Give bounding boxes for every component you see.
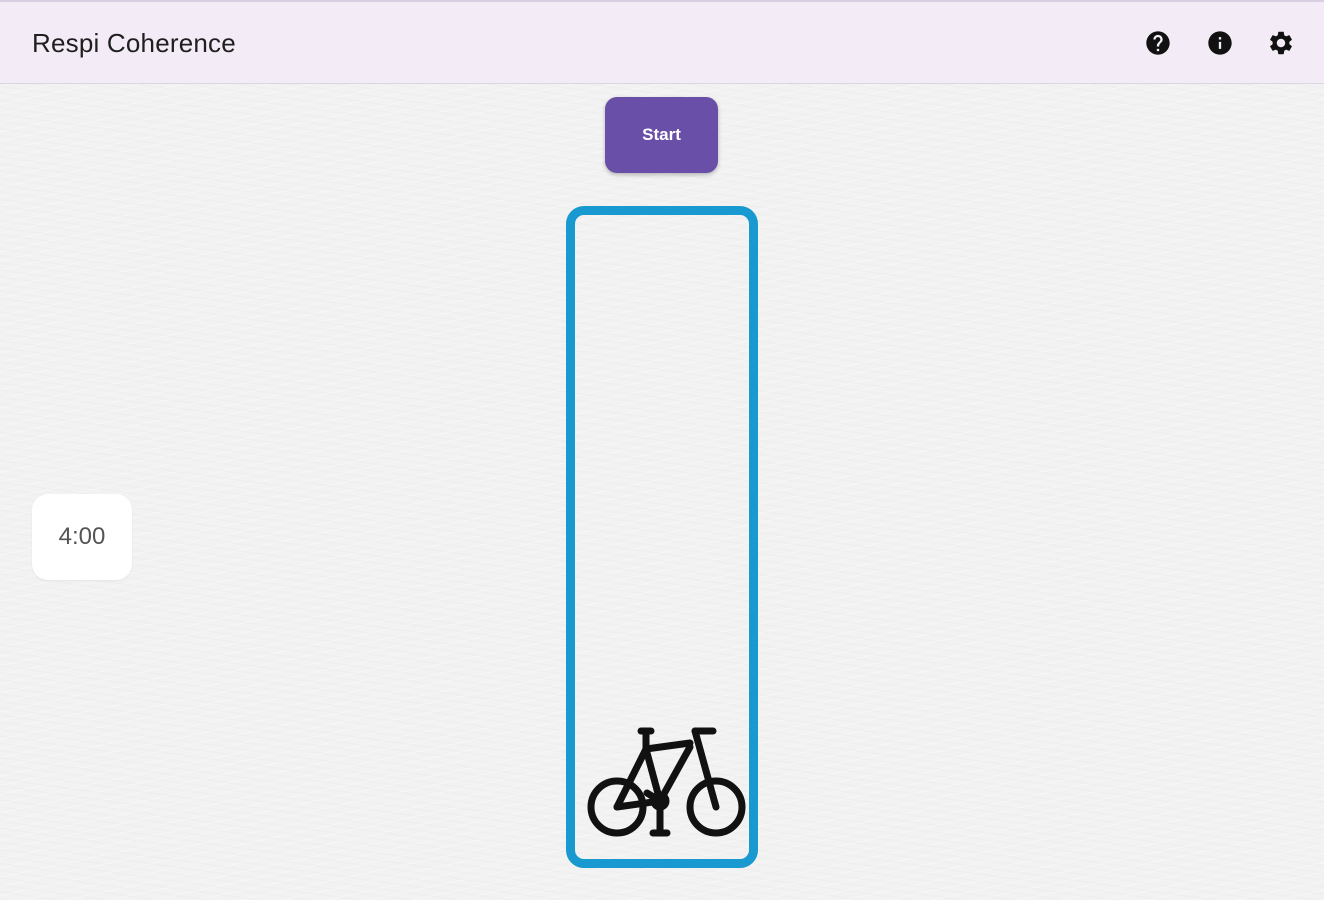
timer-display: 4:00 <box>32 494 132 580</box>
settings-icon[interactable] <box>1266 28 1296 58</box>
breath-track <box>566 206 758 868</box>
help-icon[interactable] <box>1143 28 1173 58</box>
info-icon[interactable] <box>1205 28 1235 58</box>
app-title: Respi Coherence <box>32 28 236 58</box>
start-button[interactable]: Start <box>605 97 718 173</box>
app-bar: Respi Coherence <box>0 0 1324 84</box>
bicycle-icon <box>587 727 746 837</box>
timer-text: 4:00 <box>58 523 106 550</box>
